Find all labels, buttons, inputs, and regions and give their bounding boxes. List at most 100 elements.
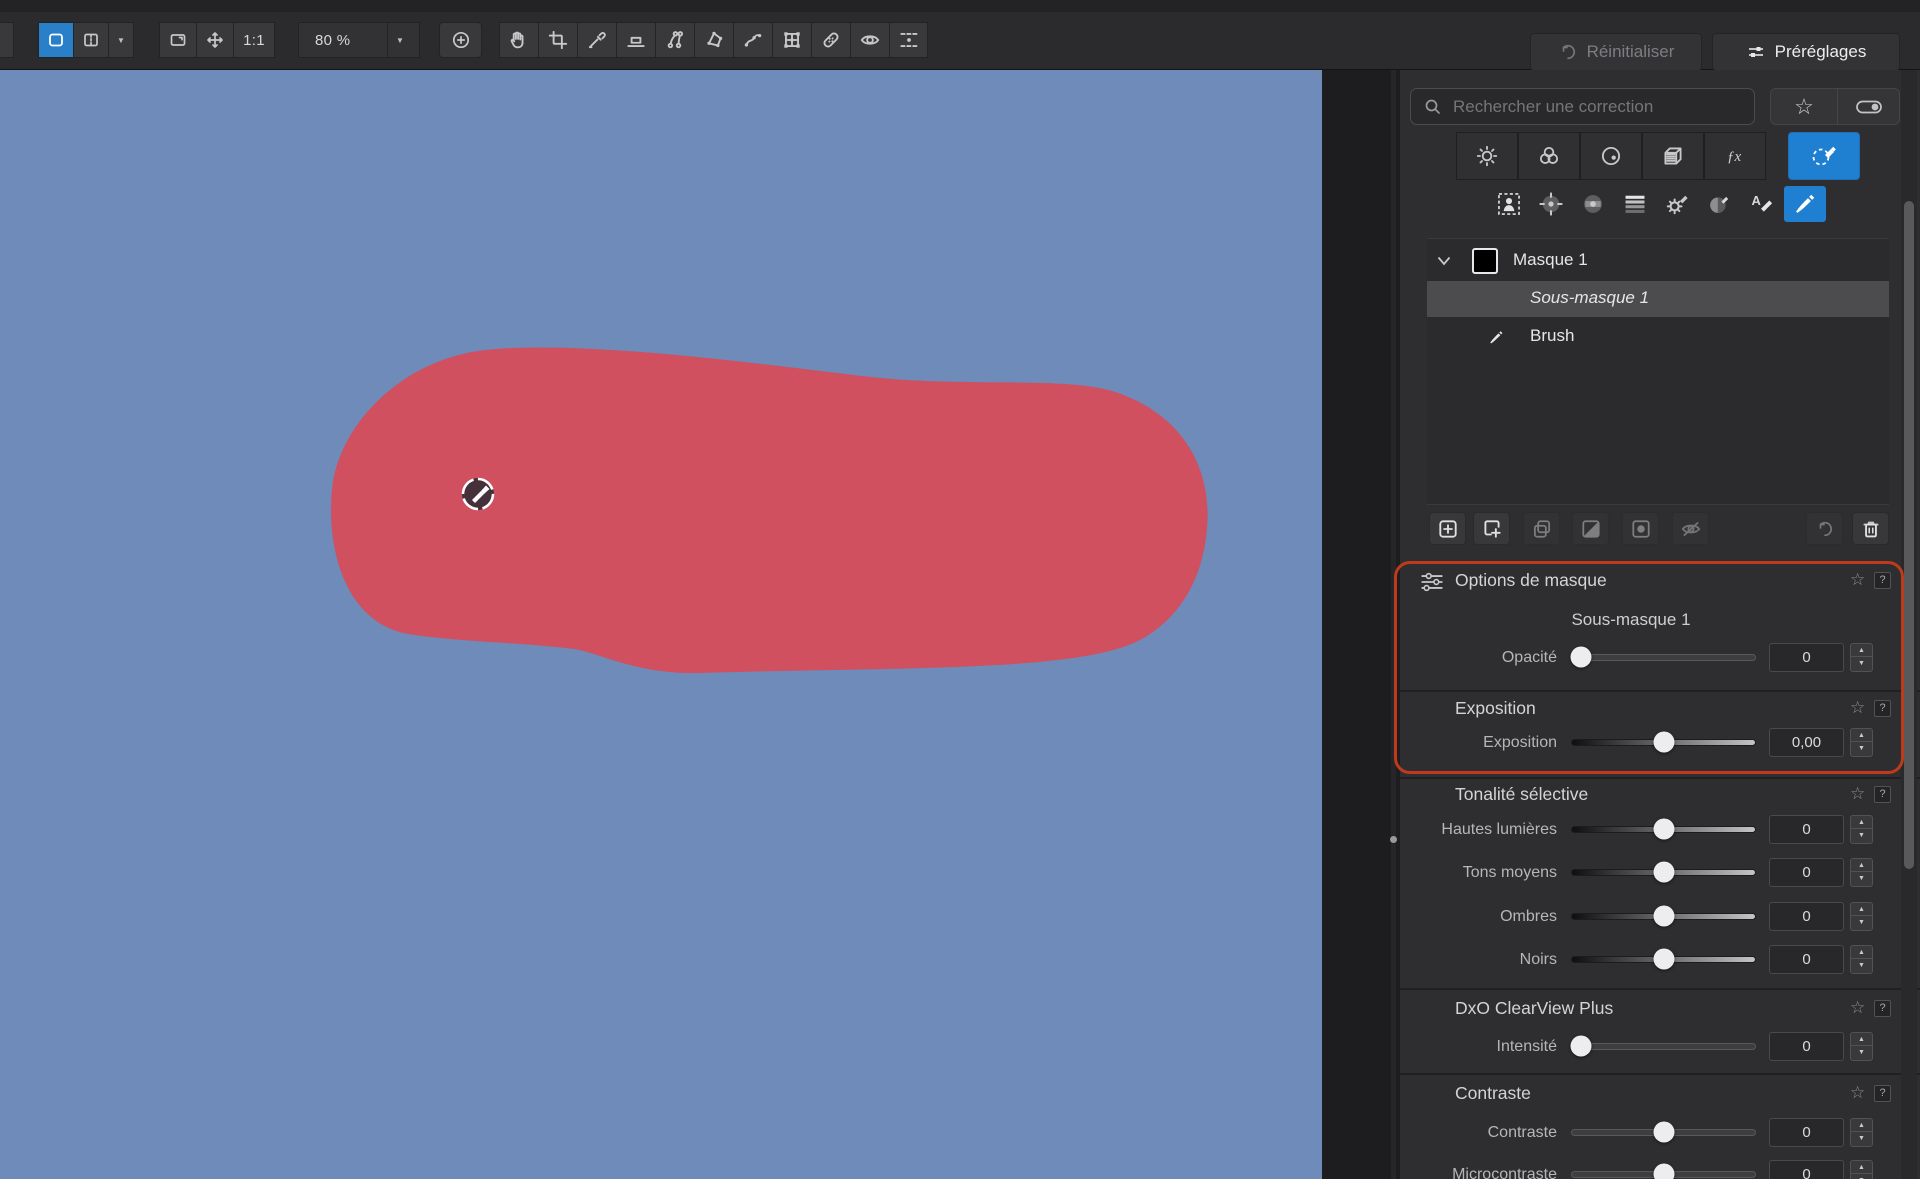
- brush-stroke-row[interactable]: Brush: [1427, 319, 1889, 355]
- stepper-up-icon[interactable]: ▲: [1851, 1161, 1872, 1174]
- subtool-subject-mask[interactable]: [1488, 186, 1530, 222]
- help-icon[interactable]: ?: [1874, 1000, 1891, 1017]
- stepper-down-icon[interactable]: ▼: [1851, 959, 1872, 972]
- pan-button[interactable]: [196, 22, 233, 58]
- stepper-up-icon[interactable]: ▲: [1851, 644, 1872, 657]
- path-tool-button[interactable]: [733, 22, 772, 58]
- polygon-tool-button[interactable]: [694, 22, 733, 58]
- hand-tool-button[interactable]: [499, 22, 538, 58]
- view-single-button[interactable]: [38, 22, 73, 58]
- slider-thumb[interactable]: [1653, 1164, 1674, 1179]
- stepper-down-icon[interactable]: ▼: [1851, 657, 1872, 670]
- slider-thumb[interactable]: [1653, 732, 1674, 753]
- star-icon[interactable]: ☆: [1850, 784, 1865, 804]
- stepper[interactable]: ▲ ▼: [1850, 1160, 1873, 1179]
- stepper[interactable]: ▲ ▼: [1850, 815, 1873, 844]
- stepper-down-icon[interactable]: ▼: [1851, 872, 1872, 885]
- slider-value[interactable]: 0: [1769, 1118, 1844, 1147]
- slider-value[interactable]: 0: [1769, 902, 1844, 931]
- crop-tool-button[interactable]: [538, 22, 577, 58]
- stepper[interactable]: ▲ ▼: [1850, 643, 1873, 672]
- show-corrections-button[interactable]: [850, 22, 889, 58]
- subtool-luminosity-mask[interactable]: [1656, 186, 1698, 222]
- tab-geometry[interactable]: [1642, 132, 1704, 180]
- exposure-slider[interactable]: [1571, 739, 1756, 746]
- overflow-dropdown-button[interactable]: ▼: [0, 22, 14, 58]
- shadows-slider[interactable]: [1571, 913, 1756, 920]
- stepper-up-icon[interactable]: ▲: [1851, 816, 1872, 829]
- view-split-button[interactable]: [73, 22, 108, 58]
- fit-screen-button[interactable]: [159, 22, 196, 58]
- stepper-down-icon[interactable]: ▼: [1851, 829, 1872, 842]
- slider-thumb[interactable]: [1653, 862, 1674, 883]
- mask-row[interactable]: Masque 1: [1427, 243, 1889, 279]
- star-icon[interactable]: ☆: [1850, 998, 1865, 1018]
- stepper-down-icon[interactable]: ▼: [1851, 1046, 1872, 1059]
- subtool-auto-mask[interactable]: A: [1740, 186, 1782, 222]
- slider-thumb[interactable]: [1571, 1036, 1592, 1057]
- slider-thumb[interactable]: [1653, 1122, 1674, 1143]
- slider-value[interactable]: 0: [1769, 1032, 1844, 1061]
- zoom-level-combo[interactable]: 80 % ▼: [298, 22, 420, 58]
- subtool-color-mask[interactable]: [1698, 186, 1740, 222]
- stepper-up-icon[interactable]: ▲: [1851, 1119, 1872, 1132]
- zoom-100-button[interactable]: 1:1: [233, 22, 275, 58]
- stepper-down-icon[interactable]: ▼: [1851, 916, 1872, 929]
- subtool-control-zone[interactable]: [1572, 186, 1614, 222]
- fill-mask-button[interactable]: [1622, 512, 1659, 545]
- star-icon[interactable]: ☆: [1850, 570, 1865, 590]
- stepper[interactable]: ▲ ▼: [1850, 902, 1873, 931]
- slider-thumb[interactable]: [1653, 906, 1674, 927]
- intensity-slider[interactable]: [1571, 1043, 1756, 1050]
- microcontrast-slider[interactable]: [1571, 1171, 1756, 1178]
- stepper-up-icon[interactable]: ▲: [1851, 859, 1872, 872]
- help-icon[interactable]: ?: [1874, 700, 1891, 717]
- stepper-up-icon[interactable]: ▲: [1851, 946, 1872, 959]
- add-mask-button[interactable]: [1429, 512, 1466, 545]
- stepper[interactable]: ▲ ▼: [1850, 728, 1873, 757]
- stepper[interactable]: ▲ ▼: [1850, 945, 1873, 974]
- slider-value[interactable]: 0: [1769, 643, 1844, 672]
- mask-display-button[interactable]: [889, 22, 928, 58]
- stepper[interactable]: ▲ ▼: [1850, 1032, 1873, 1061]
- tab-light[interactable]: [1456, 132, 1518, 180]
- submask-row-selected[interactable]: Sous-masque 1: [1427, 281, 1889, 317]
- undo-mask-button[interactable]: [1806, 512, 1843, 545]
- correction-search[interactable]: [1410, 88, 1755, 125]
- contrast-header[interactable]: Contraste ☆ ?: [1400, 1083, 1920, 1109]
- active-corrections-toggle[interactable]: [1838, 88, 1900, 125]
- star-icon[interactable]: ☆: [1850, 698, 1865, 718]
- tab-local-adjustments[interactable]: [1788, 132, 1860, 180]
- grid-transform-tool-button[interactable]: [772, 22, 811, 58]
- eyedropper-tool-button[interactable]: [577, 22, 616, 58]
- search-input[interactable]: [1453, 97, 1733, 117]
- invert-mask-button[interactable]: [1572, 512, 1609, 545]
- exposure-header[interactable]: Exposition ☆ ?: [1400, 698, 1920, 724]
- panel-scrollbar-thumb[interactable]: [1904, 201, 1914, 869]
- help-icon[interactable]: ?: [1874, 1085, 1891, 1102]
- slider-thumb[interactable]: [1653, 819, 1674, 840]
- clearview-header[interactable]: DxO ClearView Plus ☆ ?: [1400, 998, 1920, 1024]
- hide-mask-button[interactable]: [1672, 512, 1709, 545]
- reset-button[interactable]: Réinitialiser: [1530, 33, 1702, 71]
- slider-thumb[interactable]: [1653, 949, 1674, 970]
- subtool-gradient-filter[interactable]: [1614, 186, 1656, 222]
- subtool-brush[interactable]: [1784, 186, 1826, 222]
- slider-thumb[interactable]: [1571, 647, 1592, 668]
- delete-mask-button[interactable]: [1852, 512, 1889, 545]
- star-icon[interactable]: ☆: [1850, 1083, 1865, 1103]
- favorites-filter-button[interactable]: ☆: [1770, 88, 1838, 125]
- mask-thumbnail[interactable]: [1472, 248, 1498, 274]
- slider-value[interactable]: 0: [1769, 815, 1844, 844]
- horizon-tool-button[interactable]: [616, 22, 655, 58]
- add-submask-button[interactable]: [1473, 512, 1510, 545]
- presets-button[interactable]: Préréglages: [1712, 33, 1900, 71]
- stepper[interactable]: ▲ ▼: [1850, 1118, 1873, 1147]
- stepper-down-icon[interactable]: ▼: [1851, 1132, 1872, 1145]
- stepper-down-icon[interactable]: ▼: [1851, 742, 1872, 755]
- slider-value[interactable]: 0: [1769, 858, 1844, 887]
- duplicate-mask-button[interactable]: [1523, 512, 1560, 545]
- tonality-header[interactable]: Tonalité sélective ☆ ?: [1400, 784, 1920, 810]
- stepper-up-icon[interactable]: ▲: [1851, 1033, 1872, 1046]
- slider-value[interactable]: 0: [1769, 1160, 1844, 1179]
